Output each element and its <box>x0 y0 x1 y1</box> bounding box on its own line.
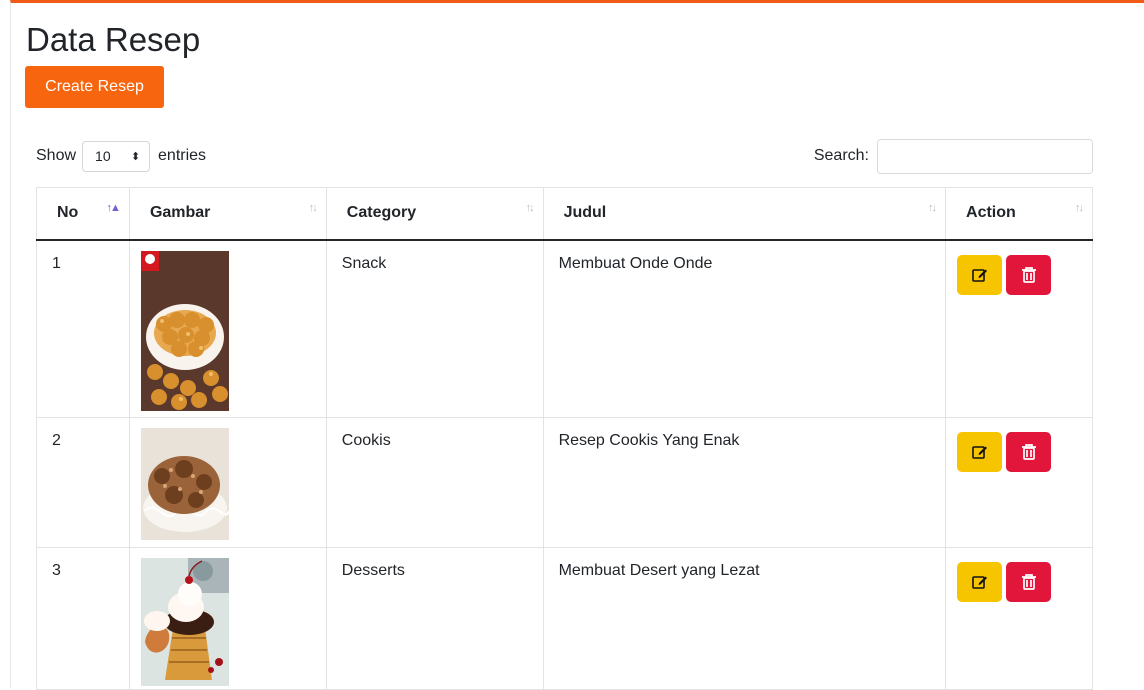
title-cell: Resep Cookis Yang Enak <box>543 417 947 548</box>
action-cell <box>945 239 1093 418</box>
table-controls: Show 10 ⬍ entries Search: <box>36 138 1093 174</box>
recipe-table: No ↑▲ Gambar ↑↓ Category ↑↓ Judul ↑↓ Action ↑… <box>36 187 1093 690</box>
edit-button[interactable] <box>957 254 1003 295</box>
entries-label: entries <box>158 147 207 164</box>
header-action[interactable]: Action ↑↓ <box>945 187 1093 241</box>
pencil-square-icon <box>971 268 987 282</box>
trash-icon <box>1021 266 1036 283</box>
table-row: 2 Cookis Resep Cookis Yang Enak <box>36 417 1093 548</box>
search-input[interactable] <box>877 138 1093 174</box>
edit-button[interactable] <box>957 562 1003 602</box>
create-resep-button[interactable]: Create Resep <box>25 66 164 108</box>
sort-arrows-icon: ↑↓ <box>308 202 318 214</box>
action-cell <box>945 547 1093 690</box>
header-gambar[interactable]: Gambar ↑↓ <box>129 187 327 241</box>
header-no[interactable]: No ↑▲ <box>36 187 130 241</box>
delete-button[interactable] <box>1006 432 1052 472</box>
page-title: Data Resep <box>26 21 201 58</box>
delete-button[interactable] <box>1006 254 1052 295</box>
row-number: 3 <box>36 547 130 690</box>
recipe-image-cell <box>129 547 327 690</box>
table-header-row: No ↑▲ Gambar ↑↓ Category ↑↓ Judul ↑↓ Action ↑… <box>36 187 1093 241</box>
sort-ascending-icon: ↑▲ <box>106 202 121 214</box>
header-judul[interactable]: Judul ↑↓ <box>543 187 947 241</box>
sort-arrows-icon: ↑↓ <box>928 202 937 214</box>
table-row: 3 Desserts Membuat Desert yang Lezat <box>36 547 1093 690</box>
entries-control: Show 10 ⬍ entries <box>36 138 206 174</box>
sort-arrows-icon: ↑↓ <box>1075 202 1084 214</box>
recipe-image-cell <box>129 239 327 418</box>
category-cell: Cookis <box>326 417 544 548</box>
header-category[interactable]: Category ↑↓ <box>326 187 544 241</box>
pencil-square-icon <box>971 576 987 589</box>
search-label: Search: <box>813 147 869 164</box>
row-number: 1 <box>36 239 130 418</box>
title-cell: Membuat Onde Onde <box>543 239 947 418</box>
title-cell: Membuat Desert yang Lezat <box>543 547 947 690</box>
edit-button[interactable] <box>957 432 1003 472</box>
category-cell: Snack <box>326 239 544 418</box>
show-label: Show <box>36 147 77 164</box>
delete-button[interactable] <box>1006 562 1052 602</box>
recipe-image-cell <box>129 417 327 548</box>
row-number: 2 <box>36 417 130 548</box>
sort-arrows-icon: ↑↓ <box>525 202 535 214</box>
cookies-photo <box>140 428 229 540</box>
table-row: 1 Snack Membuat Onde Onde <box>36 239 1093 418</box>
onde-onde-photo <box>140 250 229 411</box>
pencil-square-icon <box>971 446 987 459</box>
trash-icon <box>1021 574 1036 590</box>
category-cell: Desserts <box>326 547 544 690</box>
trash-icon <box>1021 444 1036 460</box>
entries-select[interactable]: 10 ⬍ <box>82 140 151 172</box>
search-control: Search: <box>814 138 1093 174</box>
select-arrow-icon: ⬍ <box>130 150 141 163</box>
dessert-cupcake-photo <box>140 558 229 686</box>
action-cell <box>945 417 1093 548</box>
entries-value: 10 <box>95 148 111 164</box>
